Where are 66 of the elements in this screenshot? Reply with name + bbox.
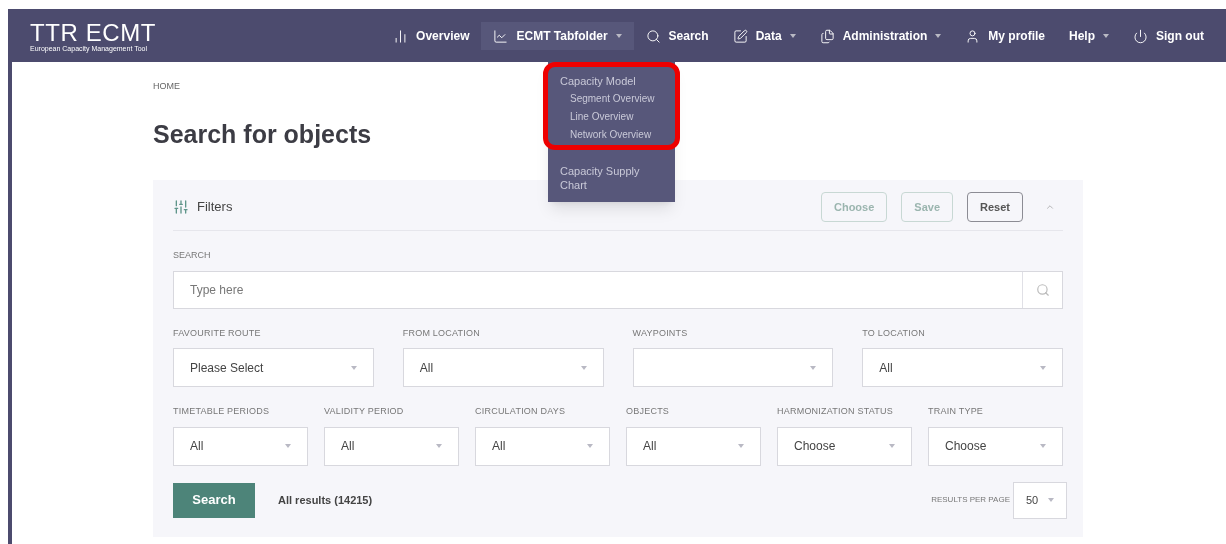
results-count: All results (14215)	[278, 492, 373, 508]
power-icon	[1133, 28, 1148, 44]
field-label: OBJECTS	[626, 405, 671, 418]
caret-icon	[810, 365, 817, 370]
bar-chart-icon	[393, 28, 409, 44]
caret-icon	[1040, 365, 1046, 370]
nav-item[interactable]: Data	[720, 10, 808, 62]
per-page-select[interactable]: 50	[1013, 481, 1067, 519]
search-bar[interactable]: Type here	[173, 270, 1063, 309]
select-field[interactable]: All	[173, 426, 308, 466]
line-chart-icon	[493, 28, 509, 44]
select-field[interactable]: All	[402, 348, 604, 387]
menu-item[interactable]: Capacity Supply Chart	[560, 164, 663, 192]
caret-icon	[580, 365, 587, 370]
caret-icon	[738, 444, 744, 448]
field-label: FAVOURITE ROUTE	[173, 326, 262, 340]
files-icon	[819, 28, 835, 44]
edit-icon	[732, 28, 748, 44]
search-field[interactable]: Type here	[174, 280, 1022, 299]
nav-item[interactable]: Administration	[807, 10, 954, 62]
collapse-icon[interactable]	[1045, 202, 1055, 212]
nav-item[interactable]: ECMT Tabfolder	[481, 22, 634, 50]
caret-icon	[1040, 444, 1046, 448]
field-label: TO LOCATION	[862, 326, 926, 340]
nav-item[interactable]: My profile	[953, 10, 1057, 62]
caret-icon	[889, 444, 895, 448]
select-field[interactable]: All	[324, 426, 459, 466]
submenu-item[interactable]: Network Overview	[560, 127, 663, 142]
nav-item[interactable]: Search	[633, 10, 721, 62]
nav-item[interactable]: Help	[1057, 10, 1121, 62]
select-field[interactable]	[632, 348, 834, 387]
caret-icon	[285, 444, 291, 448]
search-icon[interactable]	[1035, 282, 1050, 297]
filters-icon	[173, 199, 189, 215]
results-per-page-label: RESULTS PER PAGE	[931, 494, 1010, 506]
logo[interactable]: TTR ECMT	[30, 20, 157, 45]
field-label: HARMONIZATION STATUS	[777, 405, 894, 418]
field-label: FROM LOCATION	[402, 326, 481, 340]
caret-icon	[1048, 498, 1054, 502]
select-field[interactable]: All	[626, 426, 761, 466]
field-label: VALIDITY PERIOD	[324, 405, 405, 418]
filters-title: Filters	[197, 198, 233, 217]
user-icon	[965, 28, 981, 44]
search-button[interactable]: Search	[173, 482, 255, 518]
field-label: TIMETABLE PERIODS	[173, 405, 271, 418]
field-label: SEARCH	[173, 249, 212, 262]
menu-item[interactable]: Capacity Model	[560, 74, 663, 88]
field-label: TRAIN TYPE	[928, 405, 985, 418]
field-label: CIRCULATION DAYS	[475, 405, 567, 418]
search-icon	[645, 28, 661, 44]
nav-item[interactable]: Sign out	[1121, 10, 1216, 62]
submenu-item[interactable]: Segment Overview	[560, 91, 663, 106]
caret-icon	[436, 444, 442, 448]
select-field[interactable]: Choose	[777, 426, 912, 466]
select-field[interactable]: Please Select	[173, 348, 374, 387]
submenu-item[interactable]: Line Overview	[560, 109, 663, 124]
page-title: Search for objects	[153, 118, 372, 150]
filter-action-button[interactable]: Reset	[967, 192, 1023, 222]
caret-icon	[350, 365, 357, 370]
caret-icon	[587, 444, 593, 448]
select-field[interactable]: Choose	[928, 426, 1063, 466]
field-label: WAYPOINTS	[632, 326, 689, 340]
select-field[interactable]: All	[475, 426, 610, 466]
breadcrumb[interactable]: HOME	[153, 80, 180, 94]
select-field[interactable]: All	[862, 348, 1063, 387]
nav-item[interactable]: Overview	[381, 10, 482, 62]
